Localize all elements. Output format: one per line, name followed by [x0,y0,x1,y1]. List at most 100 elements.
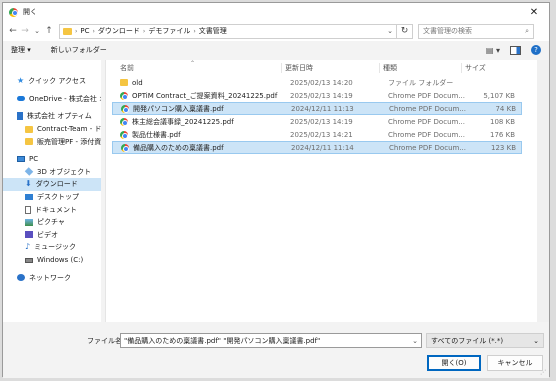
folder-icon [120,79,128,86]
document-icon [25,205,31,214]
sidebar-item-documents[interactable]: ドキュメント [3,203,105,216]
file-row[interactable]: OPTiM Contract_ご提案資料_20241225.pdf 2025/0… [112,89,522,102]
sidebar-item-music[interactable]: ♪ ミュージック [3,241,105,254]
file-size: 176 KB [490,130,515,139]
address-bar[interactable]: › PC › ダウンロード › デモファイル › 文書管理 ⌄ [59,23,397,39]
network-icon [17,274,25,282]
column-date-modified[interactable]: 更新日時 [281,63,379,73]
file-type: ファイル フォルダー [388,78,454,87]
file-date: 2025/02/13 14:21 [290,130,353,139]
chevron-right-icon: › [142,27,146,35]
file-date: 2024/12/11 11:13 [291,104,354,113]
chrome-pdf-icon [120,130,128,139]
open-button[interactable]: 開く(O) [427,355,481,371]
navigation-pane: ★ クイック アクセス OneDrive - 株式会社 オ 株式会社 オプティム … [3,60,106,322]
sidebar-item-network[interactable]: ネットワーク [3,271,105,284]
cloud-icon [17,96,25,102]
file-row[interactable]: 製品仕様書.pdf 2025/02/13 14:21 Chrome PDF Do… [112,128,522,141]
sidebar-item-contract-team[interactable]: Contract-Team - ドキュ [3,123,105,136]
column-headers: 名前 更新日時 種類 サイズ [106,60,549,76]
file-row[interactable]: 株主総会議事録_20241225.pdf 2025/02/13 14:19 Ch… [112,115,522,128]
file-row-selected[interactable]: 備品購入のための稟議書.pdf 2024/12/11 11:14 Chrome … [112,141,522,154]
breadcrumb-pc[interactable]: PC [80,27,89,35]
forward-button[interactable]: → [19,26,31,36]
sidebar-item-pc[interactable]: PC [3,153,105,166]
file-row[interactable]: old 2025/02/13 14:20 ファイル フォルダー [112,76,522,89]
filename-input[interactable]: "備品購入のための稟議書.pdf" "開発パソコン購入稟議書.pdf" ⌄ [120,333,422,348]
file-date: 2025/02/13 14:19 [290,117,353,126]
file-date: 2025/02/13 14:20 [290,78,353,87]
cancel-button[interactable]: キャンセル [487,355,543,371]
window-title: 開く [23,8,37,16]
column-size[interactable]: サイズ [461,63,511,73]
file-name: OPTiM Contract_ご提案資料_20241225.pdf [132,91,278,100]
sort-ascending-icon: ⌃ [190,60,196,67]
folder-icon [25,125,33,133]
file-name: 製品仕様書.pdf [132,130,181,139]
file-list: ⌃ 名前 更新日時 種類 サイズ old 2025/02/13 14:20 ファ… [106,60,549,322]
video-icon [25,231,33,239]
chrome-pdf-icon [121,143,129,152]
title-bar: 開く ✕ [3,3,549,21]
file-name: 開発パソコン購入稟議書.pdf [133,104,224,113]
chrome-pdf-icon [120,91,128,100]
file-type: Chrome PDF Docum... [388,91,465,100]
breadcrumb-downloads[interactable]: ダウンロード [98,26,140,36]
sidebar-item-desktop[interactable]: デスクトップ [3,191,105,204]
sidebar-scrollbar[interactable] [101,60,105,322]
file-size: 108 KB [490,117,515,126]
resize-grip-icon[interactable]: ⋰ [540,369,546,376]
breadcrumb-document-management[interactable]: 文書管理 [199,26,227,36]
chevron-down-icon[interactable]: ⌄ [412,337,418,345]
file-size: 74 KB [495,104,516,113]
folder-icon [63,27,72,35]
sidebar-item-videos[interactable]: ビデオ [3,229,105,242]
file-size: 5,107 KB [483,91,515,100]
desktop-icon [25,194,33,201]
file-type: Chrome PDF Docum... [388,130,465,139]
filetype-value: すべてのファイル (*.*) [431,336,504,345]
pc-icon [17,156,25,163]
sidebar-item-onedrive[interactable]: OneDrive - 株式会社 オ [3,93,105,106]
new-folder-button[interactable]: 新しいフォルダー [51,45,107,55]
up-button[interactable]: ↑ [43,26,55,36]
file-size: 123 KB [491,143,516,152]
search-placeholder: 文書管理の検索 [423,27,472,35]
sidebar-item-downloads[interactable]: ⬇ ダウンロード [3,178,105,191]
organize-button[interactable]: 整理 ▾ [11,45,31,55]
chevron-right-icon: › [193,27,196,35]
music-icon: ♪ [25,242,31,252]
breadcrumb-demo-files[interactable]: デモファイル [148,26,190,36]
column-type[interactable]: 種類 [379,63,461,73]
sidebar-item-company[interactable]: 株式会社 オプティム [3,110,105,123]
view-options-button[interactable]: ▤ ▾ [486,46,500,55]
file-name: old [132,78,143,87]
sidebar-item-pictures[interactable]: ピクチャ [3,216,105,229]
file-list-scrollbar[interactable] [537,60,549,322]
close-button[interactable]: ✕ [519,3,549,21]
chrome-pdf-icon [121,104,129,113]
file-type: Chrome PDF Docum... [389,104,466,113]
file-date: 2024/12/11 11:14 [291,143,354,152]
navigation-bar: ← → ⌄ ↑ › PC › ダウンロード › デモファイル › 文書管理 ⌄ … [3,21,549,41]
filetype-select[interactable]: すべてのファイル (*.*) ⌄ [426,333,544,348]
chrome-pdf-icon [120,117,128,126]
search-input[interactable]: 文書管理の検索 ⌕ [418,23,534,39]
file-name: 備品購入のための稟議書.pdf [133,143,224,152]
folder-icon [25,138,33,146]
sidebar-item-windows-c[interactable]: Windows (C:) [3,254,105,267]
chevron-right-icon: › [92,27,95,35]
help-icon[interactable]: ? [531,45,541,55]
refresh-button[interactable]: ↻ [397,23,413,39]
file-row-selected[interactable]: 開発パソコン購入稟議書.pdf 2024/12/11 11:13 Chrome … [112,102,522,115]
chevron-down-icon[interactable]: ⌄ [387,27,393,35]
sidebar-item-3d-objects[interactable]: 3D オブジェクト [3,166,105,179]
back-button[interactable]: ← [7,26,19,36]
sidebar-item-sales-pf[interactable]: 販売管理PF - 添付資料 [3,135,105,148]
sidebar-item-quick-access[interactable]: ★ クイック アクセス [3,75,105,88]
recent-locations-button[interactable]: ⌄ [31,27,43,35]
chevron-down-icon: ⌄ [533,336,539,345]
content-area: ★ クイック アクセス OneDrive - 株式会社 オ 株式会社 オプティム … [3,60,549,322]
command-bar: 整理 ▾ 新しいフォルダー ▤ ▾ ? [3,41,549,59]
preview-pane-icon[interactable] [510,45,521,55]
